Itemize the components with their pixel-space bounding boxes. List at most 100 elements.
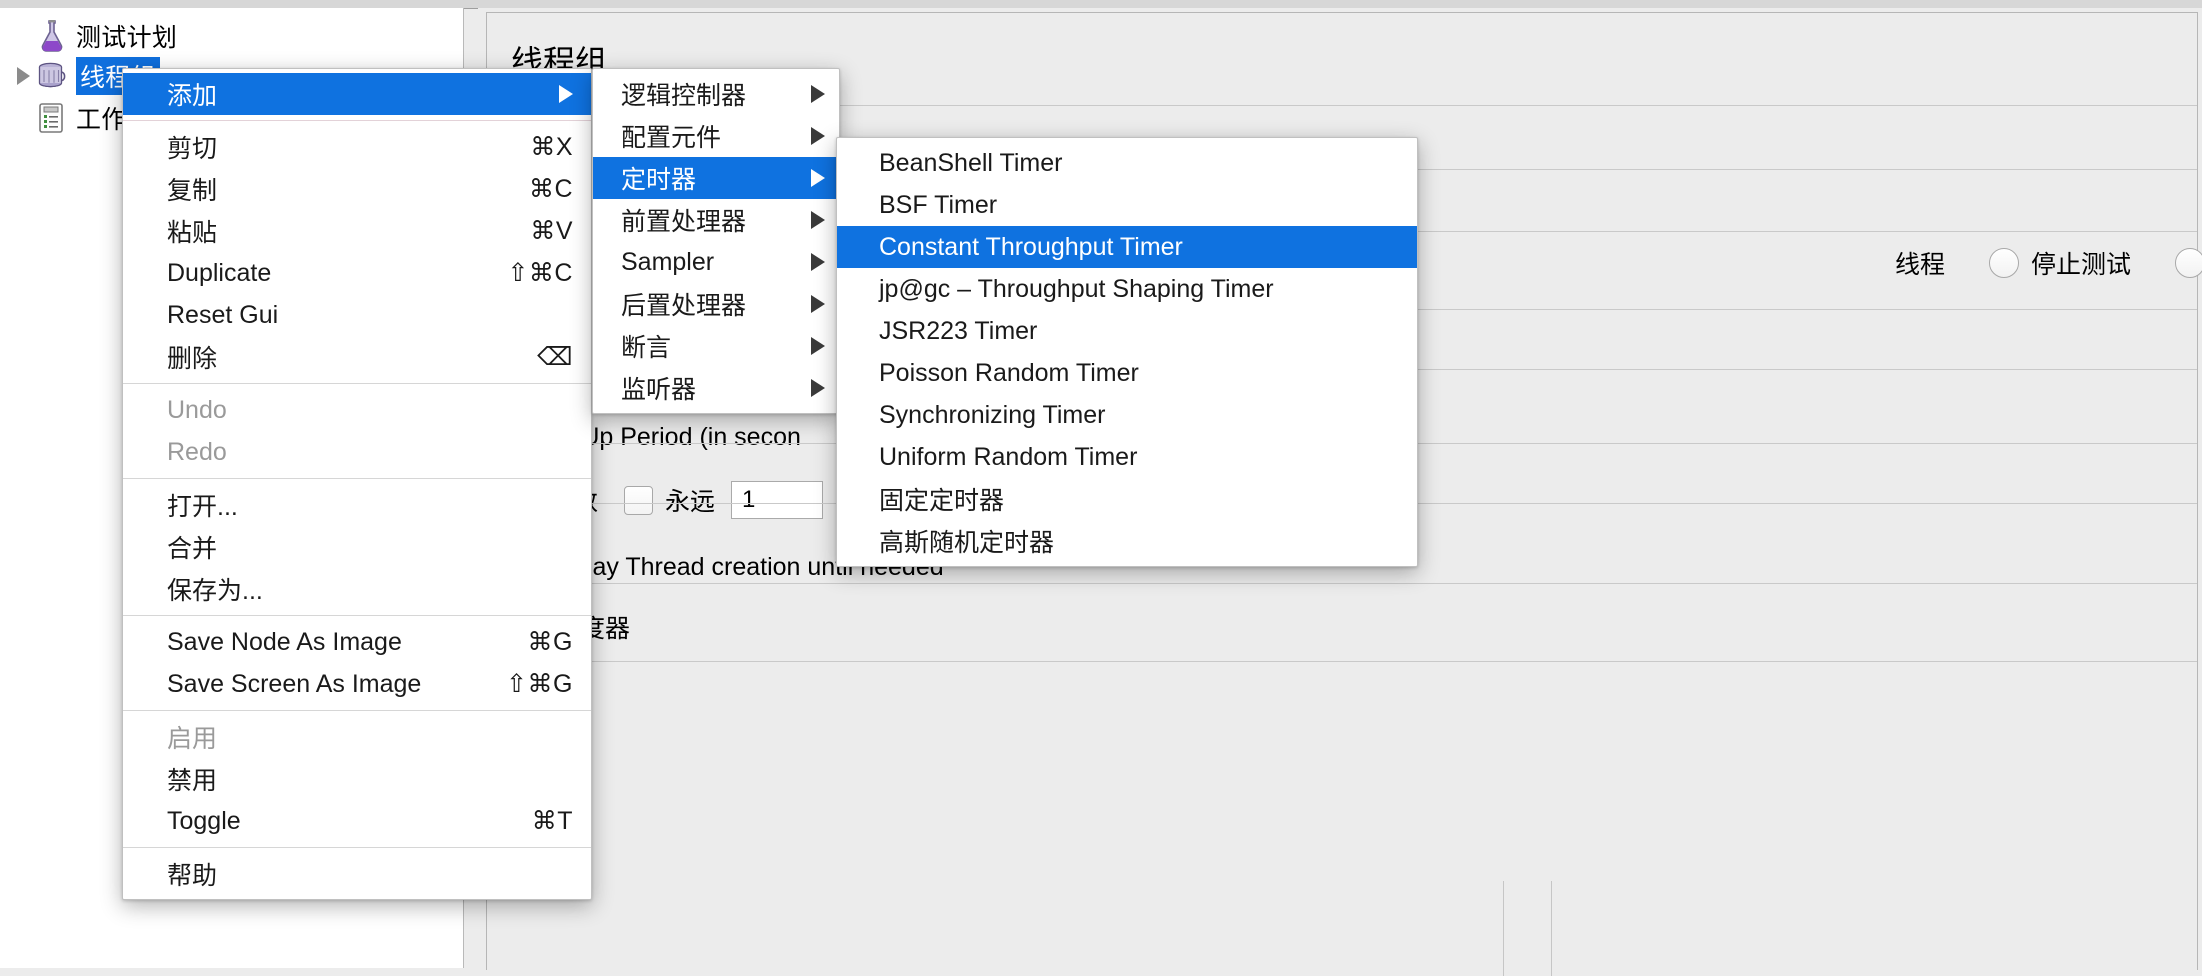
- timer-item-jsr223[interactable]: JSR223 Timer: [837, 310, 1417, 352]
- checkbox-forever-label: 永远: [665, 488, 716, 516]
- menu-item-label: 剪切: [167, 135, 218, 163]
- menu-item-paste[interactable]: 粘贴 ⌘V: [123, 210, 591, 252]
- chevron-right-icon: [811, 253, 825, 271]
- timer-item-beanshell[interactable]: BeanShell Timer: [837, 142, 1417, 184]
- chevron-right-icon: [811, 337, 825, 355]
- radio-stop-test-now[interactable]: [2175, 248, 2202, 278]
- submenu-item-config-element[interactable]: 配置元件: [593, 115, 839, 157]
- menu-separator: [123, 120, 591, 121]
- menu-item-label: Constant Throughput Timer: [879, 232, 1183, 261]
- timer-item-synchronizing[interactable]: Synchronizing Timer: [837, 394, 1417, 436]
- action-after-error-row: 线程 停止测试 Stop Test Now: [1895, 245, 2202, 281]
- menu-item-label: Redo: [167, 437, 227, 466]
- menu-item-shortcut: ⇧⌘G: [506, 670, 573, 698]
- menu-item-save-as[interactable]: 保存为...: [123, 568, 591, 610]
- menu-item-label: Sampler: [621, 247, 715, 276]
- menu-item-delete[interactable]: 删除 ⌫: [123, 336, 591, 378]
- timer-item-constant[interactable]: 固定定时器: [837, 478, 1417, 520]
- divider: [1551, 881, 1552, 976]
- disclosure-placeholder: [10, 23, 36, 49]
- chevron-right-icon: [811, 211, 825, 229]
- menu-item-label: Undo: [167, 395, 227, 424]
- menu-item-add[interactable]: 添加: [123, 73, 591, 115]
- menu-item-save-node-as-image[interactable]: Save Node As Image ⌘G: [123, 621, 591, 663]
- submenu-item-pre-processor[interactable]: 前置处理器: [593, 199, 839, 241]
- menu-item-label: BeanShell Timer: [879, 148, 1063, 177]
- chevron-right-icon: [811, 85, 825, 103]
- menu-item-label: Poisson Random Timer: [879, 358, 1139, 387]
- menu-item-shortcut: ⌘T: [531, 807, 573, 835]
- disclosure-triangle-icon[interactable]: [10, 63, 36, 89]
- menu-item-label: jp@gc – Throughput Shaping Timer: [879, 274, 1274, 303]
- menu-item-label: 保存为...: [167, 577, 263, 605]
- menu-item-shortcut: ⌫: [537, 343, 573, 371]
- menu-separator: [123, 710, 591, 711]
- submenu-item-assertion[interactable]: 断言: [593, 325, 839, 367]
- menu-item-label: 固定定时器: [879, 487, 1005, 515]
- menu-item-label: 高斯随机定时器: [879, 529, 1055, 557]
- menu-item-disable[interactable]: 禁用: [123, 758, 591, 800]
- add-submenu[interactable]: 逻辑控制器配置元件定时器前置处理器 Sampler 后置处理器断言监听器: [592, 68, 840, 414]
- menu-item-cut[interactable]: 剪切 ⌘X: [123, 126, 591, 168]
- divider: [487, 583, 2197, 584]
- radio-stop-test-label: 停止测试: [2031, 251, 2132, 279]
- menu-item-label: Save Node As Image: [167, 627, 402, 656]
- timer-item-bsf[interactable]: BSF Timer: [837, 184, 1417, 226]
- menu-item-duplicate[interactable]: Duplicate ⇧⌘C: [123, 252, 591, 294]
- rampup-period-label: -Up Period (in secon: [573, 423, 801, 451]
- context-menu[interactable]: 添加剪切 ⌘X 复制 ⌘C 粘贴 ⌘V Duplicate ⇧⌘C Reset Gui 删除 ⌫ Un…: [122, 68, 592, 900]
- menu-item-reset-gui[interactable]: Reset Gui: [123, 294, 591, 336]
- menu-item-label: 定时器: [621, 166, 697, 194]
- menu-item-label: Save Screen As Image: [167, 669, 422, 698]
- menu-item-redo: Redo: [123, 431, 591, 473]
- menu-item-save-screen-as-image[interactable]: Save Screen As Image ⇧⌘G: [123, 663, 591, 705]
- menu-item-merge[interactable]: 合并: [123, 526, 591, 568]
- divider: [487, 661, 2197, 662]
- timer-item-constant-throughput[interactable]: Constant Throughput Timer: [837, 226, 1417, 268]
- loop-count-input[interactable]: 1: [731, 481, 824, 519]
- tree-node-label: 测试计划: [76, 24, 178, 52]
- submenu-item-timer[interactable]: 定时器: [593, 157, 839, 199]
- menu-item-label: 禁用: [167, 767, 218, 795]
- menu-item-label: 帮助: [167, 862, 218, 890]
- menu-item-label: 删除: [167, 345, 218, 373]
- menu-item-label: Toggle: [167, 806, 241, 835]
- submenu-item-logic-controller[interactable]: 逻辑控制器: [593, 73, 839, 115]
- menu-item-copy[interactable]: 复制 ⌘C: [123, 168, 591, 210]
- menu-item-label: 合并: [167, 535, 218, 563]
- menu-item-label: 监听器: [621, 376, 697, 404]
- checkbox-forever[interactable]: [624, 485, 654, 515]
- menu-item-shortcut: ⌘V: [530, 217, 573, 245]
- menu-item-open[interactable]: 打开...: [123, 484, 591, 526]
- menu-item-label: 后置处理器: [621, 292, 747, 320]
- menu-item-help[interactable]: 帮助: [123, 853, 591, 895]
- menu-item-toggle[interactable]: Toggle ⌘T: [123, 800, 591, 842]
- submenu-item-sampler[interactable]: Sampler: [593, 241, 839, 283]
- timer-item-poisson-random[interactable]: Poisson Random Timer: [837, 352, 1417, 394]
- timer-item-throughput-shaping[interactable]: jp@gc – Throughput Shaping Timer: [837, 268, 1417, 310]
- timer-submenu[interactable]: BeanShell Timer BSF Timer Constant Through…: [836, 137, 1418, 567]
- menu-item-shortcut: ⌘G: [527, 628, 573, 656]
- menu-item-label: Uniform Random Timer: [879, 442, 1138, 471]
- submenu-item-listener[interactable]: 监听器: [593, 367, 839, 409]
- menu-item-shortcut: ⌘C: [528, 175, 573, 203]
- submenu-item-post-processor[interactable]: 后置处理器: [593, 283, 839, 325]
- menu-item-label: 配置元件: [621, 124, 722, 152]
- flask-icon: [36, 19, 68, 53]
- menu-separator: [123, 383, 591, 384]
- threads-label: 线程: [1895, 251, 1946, 279]
- tree-node-test-plan[interactable]: 测试计划: [10, 14, 177, 58]
- menu-separator: [123, 478, 591, 479]
- disclosure-placeholder: [10, 105, 36, 131]
- menu-item-label: 复制: [167, 177, 218, 205]
- timer-item-gaussian-random[interactable]: 高斯随机定时器: [837, 520, 1417, 562]
- menu-item-label: JSR223 Timer: [879, 316, 1038, 345]
- menu-item-label: BSF Timer: [879, 190, 998, 219]
- menu-item-label: 添加: [167, 82, 218, 110]
- radio-stop-test[interactable]: [1989, 248, 2020, 278]
- menu-item-shortcut: ⌘X: [530, 133, 573, 161]
- menu-item-label: 前置处理器: [621, 208, 747, 236]
- chevron-right-icon: [811, 295, 825, 313]
- clipboard-icon: [36, 101, 68, 135]
- timer-item-uniform-random[interactable]: Uniform Random Timer: [837, 436, 1417, 478]
